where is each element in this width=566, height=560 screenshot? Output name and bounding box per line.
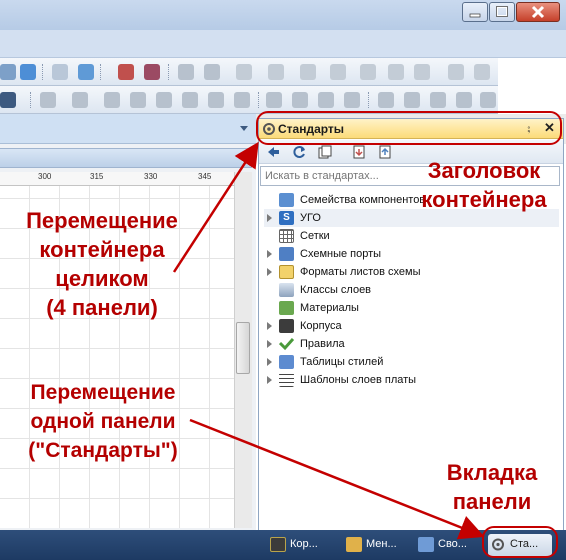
annotation-move-container: Перемещение контейнера целиком (4 панели… xyxy=(26,208,178,320)
annotation-move-panel: Перемещение одной панели ("Стандарты") xyxy=(28,381,178,462)
annotation-panel-tab: Вкладка панели xyxy=(446,460,538,514)
annotation-container-header: Заголовок контейнера xyxy=(421,158,547,212)
